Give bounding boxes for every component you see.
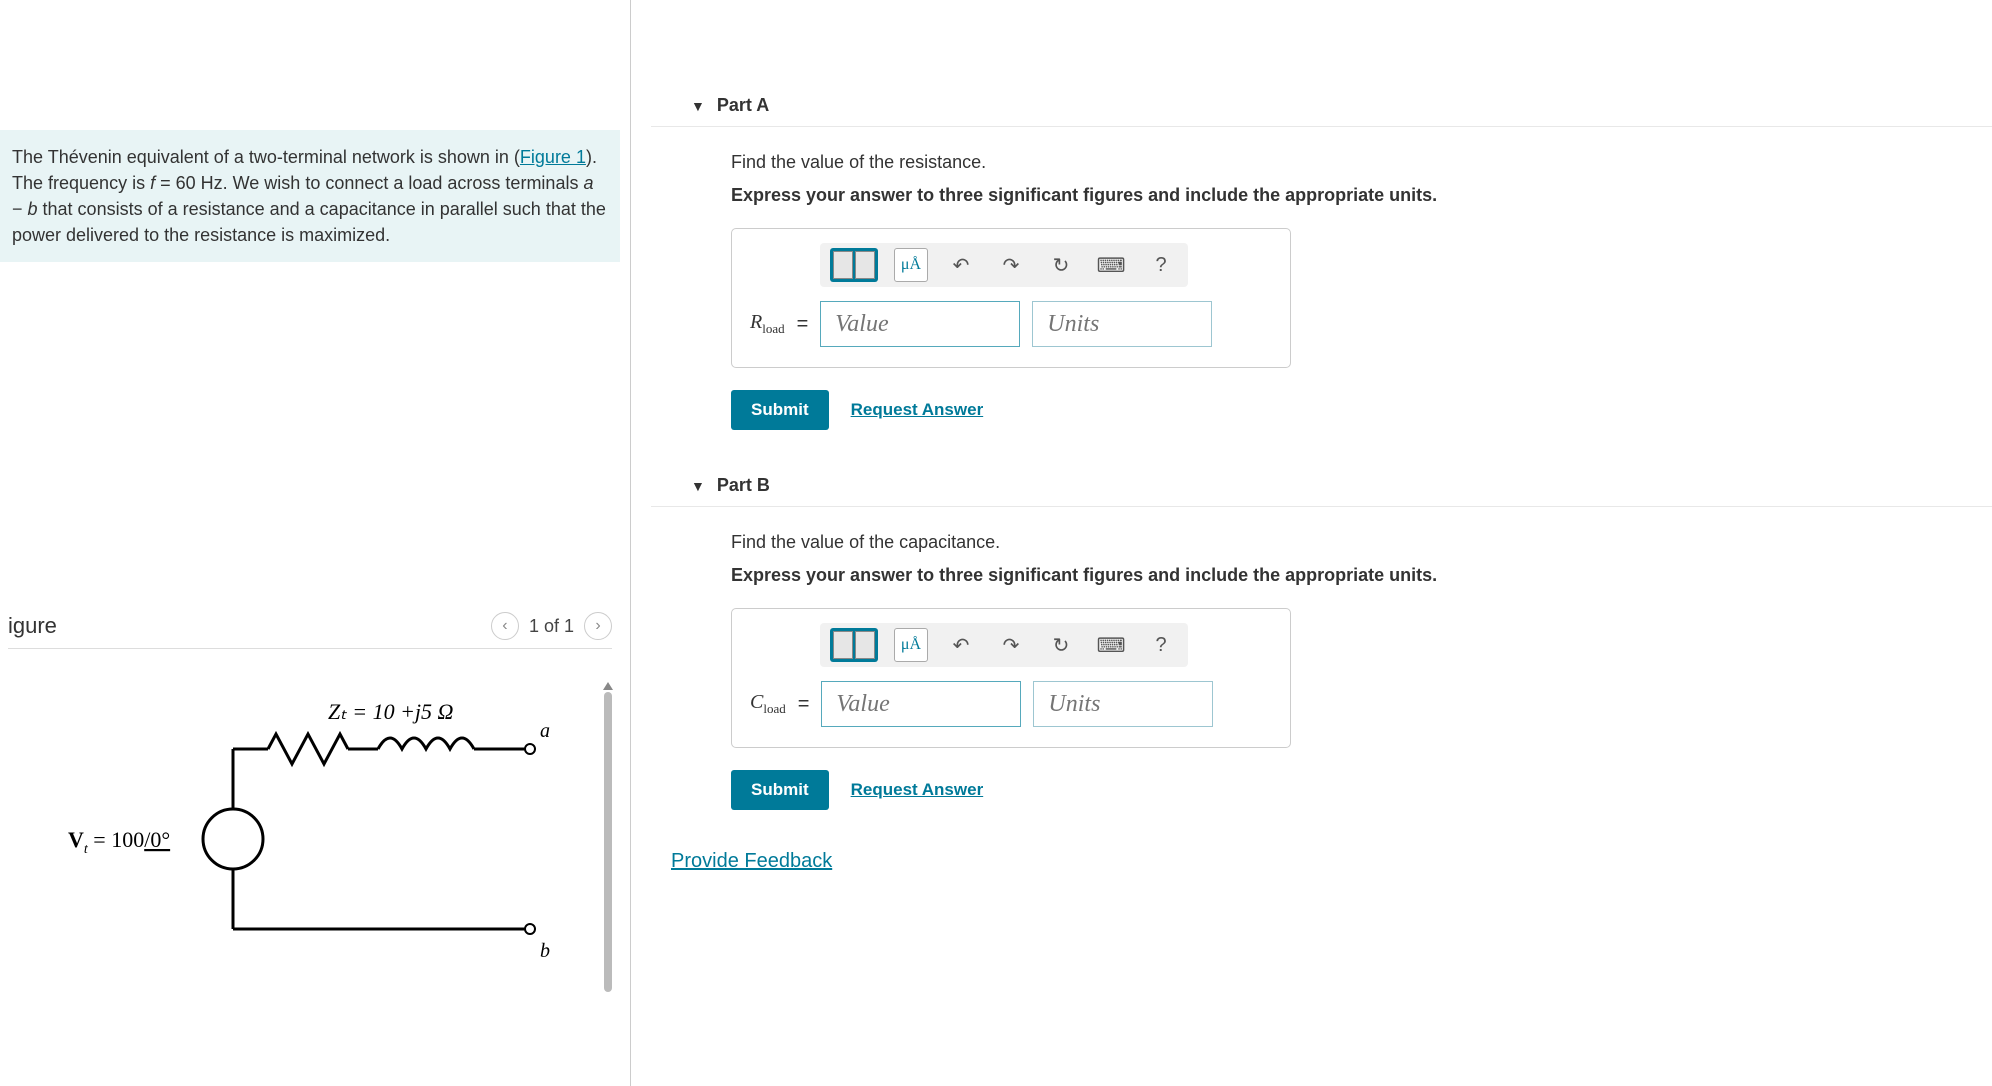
- part-a-body: Find the value of the resistance. Expres…: [651, 127, 1992, 368]
- prev-figure-button[interactable]: ‹: [491, 612, 519, 640]
- equals-sign: =: [797, 313, 809, 336]
- figure-header: igure ‹ 1 of 1 ›: [8, 612, 612, 649]
- voltage-label: Vt = 100/0°: [68, 827, 170, 857]
- figure-panel: igure ‹ 1 of 1 › Zₜ = 10 +j5 Ω a: [0, 612, 620, 992]
- part-a-submit-row: Submit Request Answer: [651, 390, 1992, 430]
- part-b-title: Part B: [717, 475, 770, 496]
- part-a-submit-button[interactable]: Submit: [731, 390, 829, 430]
- problem-text: −: [12, 199, 28, 219]
- caret-down-icon: ▼: [691, 98, 705, 114]
- scrollbar[interactable]: [604, 692, 612, 992]
- problem-text: = 60 Hz. We wish to connect a load acros…: [155, 173, 583, 193]
- part-a-title: Part A: [717, 95, 769, 116]
- part-b-request-answer-link[interactable]: Request Answer: [851, 780, 984, 800]
- part-b-variable: Cload: [750, 691, 786, 717]
- part-b-submit-row: Submit Request Answer: [651, 770, 1992, 810]
- part-a-variable: Rload: [750, 311, 785, 337]
- template-icon[interactable]: [830, 628, 878, 662]
- part-b-body: Find the value of the capacitance. Expre…: [651, 507, 1992, 748]
- units-picker-icon[interactable]: μÅ: [894, 248, 928, 282]
- impedance-label: Zₜ = 10 +j5 Ω: [328, 699, 454, 724]
- term-b: b: [28, 199, 38, 219]
- part-b-answer-row: Cload =: [750, 681, 1272, 727]
- part-a-value-input[interactable]: [820, 301, 1020, 347]
- provide-feedback-link[interactable]: Provide Feedback: [671, 850, 832, 873]
- next-figure-button[interactable]: ›: [584, 612, 612, 640]
- redo-icon[interactable]: ↷: [994, 628, 1028, 662]
- figure-count: 1 of 1: [529, 616, 574, 637]
- keyboard-icon[interactable]: ⌨: [1094, 628, 1128, 662]
- reset-icon[interactable]: ↻: [1044, 628, 1078, 662]
- reset-icon[interactable]: ↻: [1044, 248, 1078, 282]
- terminal-b-label: b: [540, 940, 550, 962]
- figure-nav: ‹ 1 of 1 ›: [491, 612, 612, 640]
- equals-sign: =: [798, 693, 810, 716]
- part-a-prompt: Find the value of the resistance.: [731, 152, 1992, 173]
- problem-text: The Thévenin equivalent of a two-termina…: [12, 147, 520, 167]
- part-b-answer-box: μÅ ↶ ↷ ↻ ⌨ ? Cload =: [731, 608, 1291, 748]
- right-column: ▼ Part A Find the value of the resistanc…: [630, 0, 1992, 1086]
- answer-toolbar: μÅ ↶ ↷ ↻ ⌨ ?: [820, 243, 1188, 287]
- part-b-submit-button[interactable]: Submit: [731, 770, 829, 810]
- part-b-prompt: Find the value of the capacitance.: [731, 532, 1992, 553]
- problem-statement: The Thévenin equivalent of a two-termina…: [0, 130, 620, 262]
- part-a-instruction: Express your answer to three significant…: [731, 185, 1992, 206]
- part-a-answer-row: Rload =: [750, 301, 1272, 347]
- left-column: The Thévenin equivalent of a two-termina…: [0, 0, 620, 1086]
- caret-down-icon: ▼: [691, 478, 705, 494]
- undo-icon[interactable]: ↶: [944, 248, 978, 282]
- template-icon[interactable]: [830, 248, 878, 282]
- part-b-instruction: Express your answer to three significant…: [731, 565, 1992, 586]
- redo-icon[interactable]: ↷: [994, 248, 1028, 282]
- part-a-answer-box: μÅ ↶ ↷ ↻ ⌨ ? Rload =: [731, 228, 1291, 368]
- figure-link[interactable]: Figure 1: [520, 147, 586, 167]
- part-b-header[interactable]: ▼ Part B: [651, 460, 1992, 507]
- part-b-value-input[interactable]: [821, 681, 1021, 727]
- term-a: a: [583, 173, 593, 193]
- part-b-units-input[interactable]: [1033, 681, 1213, 727]
- problem-text: that consists of a resistance and a capa…: [12, 199, 606, 245]
- keyboard-icon[interactable]: ⌨: [1094, 248, 1128, 282]
- help-icon[interactable]: ?: [1144, 248, 1178, 282]
- answer-toolbar: μÅ ↶ ↷ ↻ ⌨ ?: [820, 623, 1188, 667]
- circuit-diagram: Zₜ = 10 +j5 Ω a Vt = 100/0° b: [8, 689, 612, 992]
- part-a-request-answer-link[interactable]: Request Answer: [851, 400, 984, 420]
- units-picker-icon[interactable]: μÅ: [894, 628, 928, 662]
- terminal-a-label: a: [540, 720, 550, 742]
- part-a-units-input[interactable]: [1032, 301, 1212, 347]
- help-icon[interactable]: ?: [1144, 628, 1178, 662]
- figure-title: igure: [8, 613, 57, 639]
- part-a-header[interactable]: ▼ Part A: [651, 80, 1992, 127]
- undo-icon[interactable]: ↶: [944, 628, 978, 662]
